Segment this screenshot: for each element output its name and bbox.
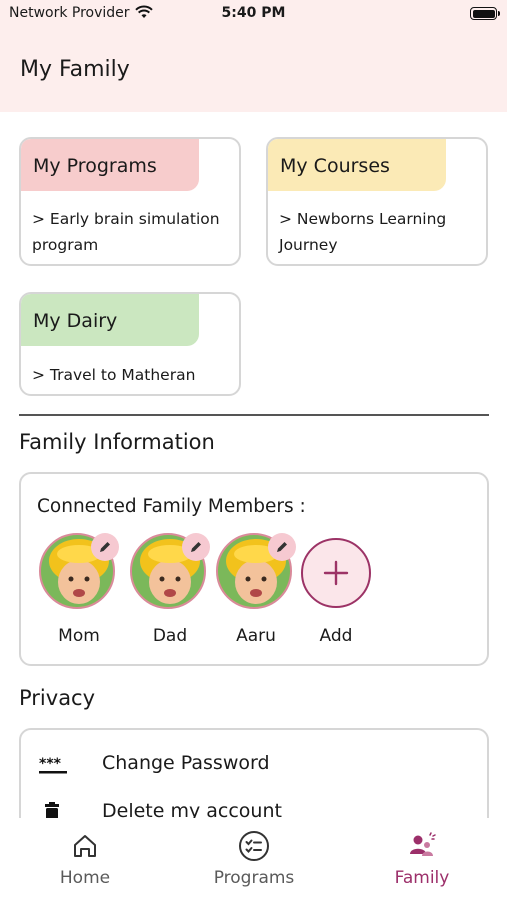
app-header: My Family: [0, 28, 507, 112]
privacy-heading: Privacy: [19, 686, 96, 710]
family-members-box: Connected Family Members : Mom Dad Aaru …: [19, 472, 489, 666]
my-courses-tab: My Courses: [268, 139, 446, 191]
my-programs-title: My Programs: [33, 155, 157, 177]
password-icon: ***: [39, 754, 69, 778]
family-member-mom[interactable]: Mom: [39, 533, 119, 646]
my-dairy-item[interactable]: > Travel to Matheran: [32, 362, 231, 388]
plus-icon[interactable]: [301, 538, 371, 608]
my-programs-item[interactable]: > Early brain simulation program: [32, 206, 231, 258]
family-member-dad[interactable]: Dad: [130, 533, 210, 646]
family-information-heading: Family Information: [19, 430, 215, 454]
family-icon: [406, 830, 438, 862]
change-password-label: Change Password: [102, 752, 270, 774]
status-bar: Network Provider 5:40 PM: [0, 0, 507, 28]
home-icon: [69, 830, 101, 862]
my-courses-title: My Courses: [280, 155, 390, 177]
page-title: My Family: [20, 57, 130, 82]
member-name: Aaru: [236, 626, 276, 646]
add-label: Add: [319, 626, 353, 646]
clock: 5:40 PM: [221, 5, 286, 21]
my-programs-tab: My Programs: [21, 139, 199, 191]
nav-home-label: Home: [59, 868, 111, 888]
battery-icon: [470, 7, 500, 20]
nav-family[interactable]: Family: [362, 830, 482, 888]
my-courses-item[interactable]: > Newborns Learning Journey: [279, 206, 478, 258]
my-dairy-tab: My Dairy: [21, 294, 199, 346]
nav-programs[interactable]: Programs: [194, 830, 314, 888]
member-name: Dad: [152, 626, 188, 646]
pencil-icon[interactable]: [182, 533, 210, 561]
my-courses-card[interactable]: My Courses > Newborns Learning Journey: [266, 137, 488, 266]
pencil-icon[interactable]: [91, 533, 119, 561]
pencil-icon[interactable]: [268, 533, 296, 561]
my-programs-card[interactable]: My Programs > Early brain simulation pro…: [19, 137, 241, 266]
bottom-navigation: Home Programs Family: [0, 818, 507, 900]
connected-members-title: Connected Family Members :: [37, 496, 306, 517]
member-name: Mom: [58, 626, 100, 646]
nav-home[interactable]: Home: [25, 830, 145, 888]
svg-text:***: ***: [39, 756, 62, 772]
checklist-icon: [238, 830, 270, 862]
my-dairy-card[interactable]: My Dairy > Travel to Matheran: [19, 292, 241, 396]
section-divider: [19, 414, 489, 416]
nav-programs-label: Programs: [213, 868, 295, 888]
family-member-aaru[interactable]: Aaru: [216, 533, 296, 646]
my-dairy-title: My Dairy: [33, 310, 118, 332]
nav-family-label: Family: [394, 868, 450, 888]
add-member-button[interactable]: Add: [301, 538, 371, 646]
